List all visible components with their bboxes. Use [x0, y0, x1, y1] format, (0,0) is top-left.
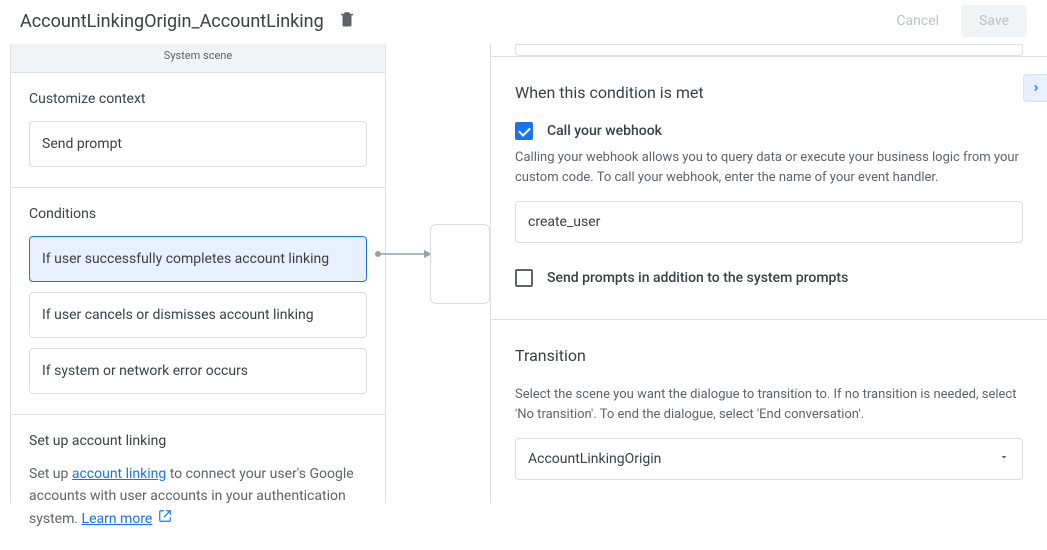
condition-met-section: When this condition is met Call your web… [491, 56, 1047, 319]
section-title: Set up account linking [29, 433, 367, 449]
customize-context-section: Customize context Send prompt [11, 73, 385, 188]
node-box[interactable] [430, 224, 490, 304]
conditions-section: Conditions If user successfully complete… [11, 188, 385, 415]
transition-value: AccountLinkingOrigin [528, 451, 661, 467]
transition-section: Transition Select the scene you want the… [491, 319, 1047, 503]
collapsed-card-edge [515, 44, 1023, 56]
prompts-checkbox[interactable] [515, 269, 533, 287]
right-panel: When this condition is met Call your web… [490, 44, 1047, 503]
learn-more-link[interactable]: Learn more [82, 511, 153, 527]
delete-icon[interactable] [338, 10, 356, 32]
section-title: Customize context [29, 91, 367, 107]
chevron-down-icon [998, 451, 1010, 467]
cancel-button[interactable]: Cancel [878, 5, 957, 37]
setup-section: Set up account linking Set up account li… [11, 415, 385, 550]
left-panel: System scene Customize context Send prom… [10, 44, 386, 503]
send-prompt-card[interactable]: Send prompt [29, 121, 367, 167]
setup-help-text: Set up account linking to connect your u… [29, 463, 367, 530]
section-title: When this condition is met [515, 83, 1023, 102]
account-linking-link[interactable]: account linking [72, 466, 166, 482]
condition-card[interactable]: If system or network error occurs [29, 348, 367, 394]
page-header: AccountLinkingOrigin_AccountLinking Canc… [0, 0, 1047, 44]
save-button[interactable]: Save [961, 5, 1027, 37]
prompts-checkbox-row: Send prompts in addition to the system p… [515, 269, 1023, 287]
external-link-icon [158, 511, 172, 527]
prompts-label: Send prompts in addition to the system p… [547, 270, 848, 286]
transition-description: Select the scene you want the dialogue t… [515, 385, 1023, 424]
page-title: AccountLinkingOrigin_AccountLinking [20, 11, 324, 32]
webhook-checkbox[interactable] [515, 122, 533, 140]
condition-card[interactable]: If user cancels or dismisses account lin… [29, 292, 367, 338]
webhook-handler-input[interactable] [515, 201, 1023, 243]
section-title: Conditions [29, 206, 367, 222]
webhook-description: Calling your webhook allows you to query… [515, 148, 1023, 187]
webhook-label: Call your webhook [547, 123, 662, 139]
transition-select[interactable]: AccountLinkingOrigin [515, 438, 1023, 480]
condition-card-selected[interactable]: If user successfully completes account l… [29, 236, 367, 282]
expand-tab[interactable] [1023, 74, 1047, 102]
section-title: Transition [515, 346, 1023, 365]
webhook-checkbox-row: Call your webhook [515, 122, 1023, 140]
system-scene-label: System scene [11, 44, 385, 73]
